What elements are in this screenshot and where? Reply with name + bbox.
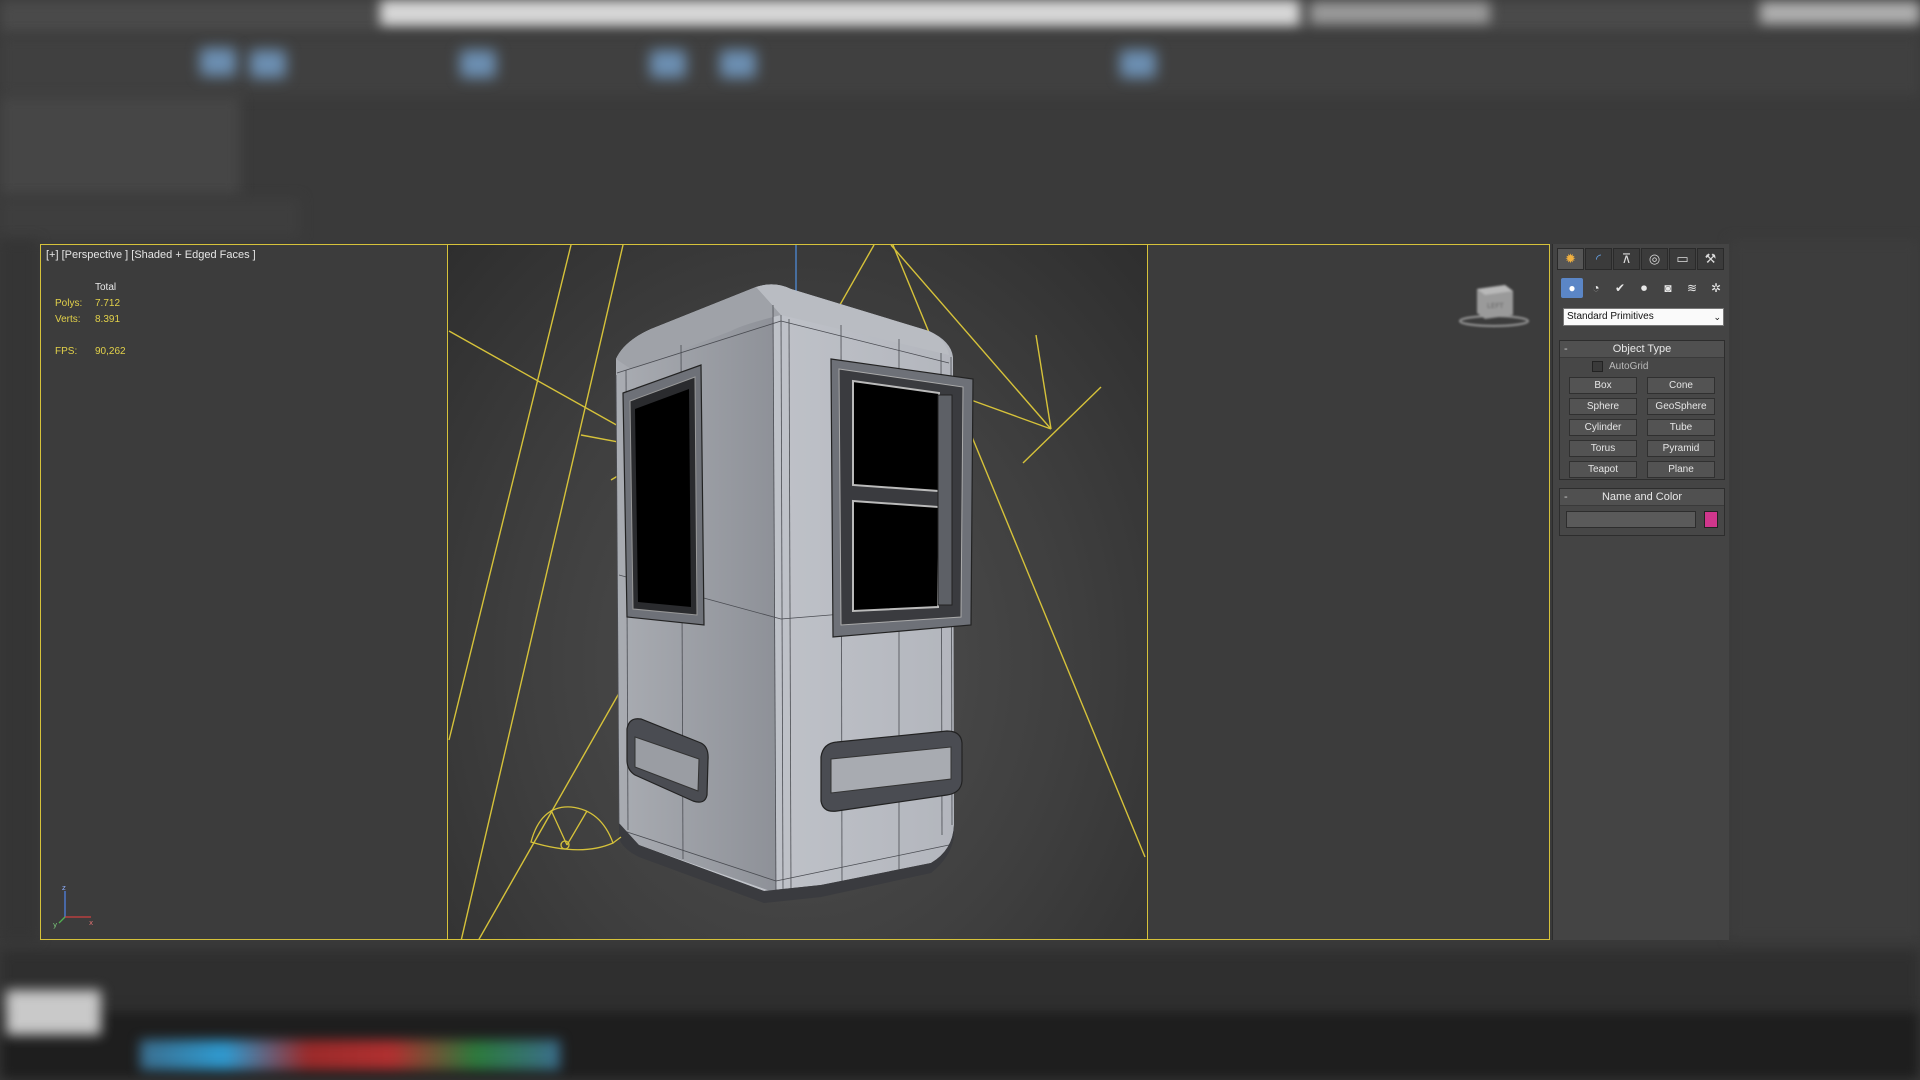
name-and-color-title: Name and Color (1601, 491, 1683, 503)
right-edge-panel (1730, 240, 1920, 940)
box-button[interactable]: Box (1569, 377, 1637, 394)
tube-button[interactable]: Tube (1647, 419, 1715, 436)
display-tab-icon[interactable]: ▭ (1669, 248, 1696, 270)
toolbar-icon[interactable] (650, 50, 686, 78)
stats-polys-row: Polys: 7.712 (55, 295, 126, 311)
primitive-category-dropdown[interactable]: Standard Primitives ⌄ (1563, 308, 1724, 326)
ribbon-panel (0, 96, 240, 196)
helpers-icon[interactable]: ◙ (1657, 278, 1679, 298)
viewcube-face-label: LEFT (1487, 302, 1504, 310)
main-toolbar (0, 36, 1920, 96)
pyramid-button[interactable]: Pyramid (1647, 440, 1715, 457)
create-tab-icon[interactable]: ✹ (1557, 248, 1584, 270)
taskbar-icons (140, 1040, 560, 1070)
motion-tab-icon[interactable]: ◎ (1641, 248, 1668, 270)
toolbar-icon[interactable] (250, 50, 286, 78)
title-search-region (1310, 2, 1490, 24)
axis-z-label: z (62, 884, 66, 892)
chevron-down-icon: ⌄ (1713, 312, 1721, 322)
systems-icon[interactable]: ✲ (1705, 278, 1727, 298)
command-panel: ✹ ◜ ⊼ ◎ ▭ ⚒ ● ◔ ✔ ⏺ ◙ ≋ ✲ Standard Primi… (1552, 244, 1729, 940)
create-subcategory-bar: ● ◔ ✔ ⏺ ◙ ≋ ✲ (1561, 278, 1727, 298)
fps-label: FPS: (55, 345, 78, 357)
toolbar-icon[interactable] (1120, 50, 1156, 78)
lights-icon[interactable]: ✔ (1609, 278, 1631, 298)
collapse-icon[interactable]: - (1564, 341, 1568, 357)
plane-button[interactable]: Plane (1647, 461, 1715, 478)
autogrid-checkbox[interactable]: AutoGrid (1592, 361, 1648, 372)
stats-header: Total (95, 281, 117, 293)
axis-tripod: z y x (53, 884, 93, 929)
object-color-swatch[interactable] (1704, 511, 1718, 528)
object-type-rollout-header[interactable]: - Object Type (1560, 341, 1724, 358)
viewport-label[interactable]: [+] [Perspective ] [Shaded + Edged Faces… (46, 249, 256, 261)
command-panel-tabs: ✹ ◜ ⊼ ◎ ▭ ⚒ (1557, 248, 1724, 270)
statistics-overlay: Total Polys: 7.712 Verts: 8.391 FPS: 90,… (55, 279, 126, 359)
toolbar-icon[interactable] (200, 48, 236, 76)
geosphere-button[interactable]: GeoSphere (1647, 398, 1715, 415)
toolbar-icon[interactable] (720, 50, 756, 78)
collapse-icon[interactable]: - (1564, 489, 1568, 505)
object-type-rollout: - Object Type AutoGrid Box Cone Sphere G… (1559, 340, 1725, 480)
polys-value: 7.712 (95, 297, 121, 309)
name-and-color-rollout-header[interactable]: - Name and Color (1560, 489, 1724, 506)
ribbon-row (0, 198, 300, 238)
autogrid-label: AutoGrid (1609, 361, 1649, 372)
window-left (622, 364, 705, 626)
cylinder-button[interactable]: Cylinder (1569, 419, 1637, 436)
cone-button[interactable]: Cone (1647, 377, 1715, 394)
title-window-controls-region (1760, 2, 1920, 24)
object-name-field[interactable] (1566, 511, 1696, 528)
name-and-color-rollout: - Name and Color (1559, 488, 1725, 536)
shapes-icon[interactable]: ◔ (1585, 278, 1607, 298)
viewcube[interactable]: LEFT (1459, 275, 1529, 335)
kiosk-model[interactable] (615, 284, 974, 903)
axis-y-label: y (53, 921, 57, 929)
left-edge-panel (0, 240, 38, 940)
axis-x-label: x (89, 919, 93, 927)
utilities-tab-icon[interactable]: ⚒ (1697, 248, 1724, 270)
toolbar-icon[interactable] (460, 50, 496, 78)
title-bar-region (380, 0, 1300, 26)
maxscript-listener[interactable] (6, 990, 101, 1035)
scene-render[interactable] (41, 245, 1550, 940)
category-selected-value: Standard Primitives (1567, 311, 1654, 322)
timeline-bar (0, 950, 1920, 1010)
stats-fps-row: FPS: 90,262 (55, 343, 126, 359)
verts-value: 8.391 (95, 313, 121, 325)
cameras-icon[interactable]: ⏺ (1633, 278, 1655, 298)
verts-label: Verts: (55, 313, 81, 325)
fps-value: 90,262 (95, 345, 126, 357)
perspective-viewport[interactable]: [+] [Perspective ] [Shaded + Edged Faces… (40, 244, 1550, 940)
teapot-button[interactable]: Teapot (1569, 461, 1637, 478)
sphere-button[interactable]: Sphere (1569, 398, 1637, 415)
modify-tab-icon[interactable]: ◜ (1585, 248, 1612, 270)
window-right (830, 358, 974, 638)
polys-label: Polys: (55, 297, 83, 309)
object-type-title: Object Type (1612, 343, 1672, 355)
torus-button[interactable]: Torus (1569, 440, 1637, 457)
checkbox-icon[interactable] (1592, 361, 1603, 372)
primitive-buttons: Box Cone Sphere GeoSphere Cylinder Tube … (1569, 377, 1715, 478)
stats-verts-row: Verts: 8.391 (55, 311, 126, 327)
light-helper[interactable] (530, 806, 622, 851)
hierarchy-tab-icon[interactable]: ⊼ (1613, 248, 1640, 270)
spacewarps-icon[interactable]: ≋ (1681, 278, 1703, 298)
geometry-icon[interactable]: ● (1561, 278, 1583, 298)
